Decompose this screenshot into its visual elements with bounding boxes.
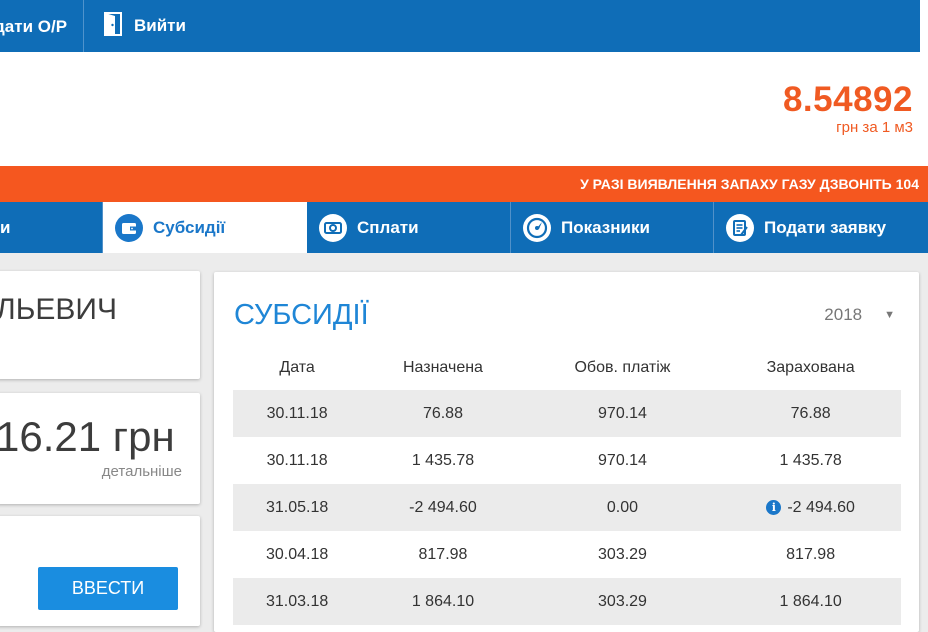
cell-assigned: -2 494.60 [361,484,525,531]
col-date: Дата [279,358,315,376]
table-row: 31.05.18 -2 494.60 0.00 i -2 494.60 [233,484,901,531]
cell-credited-value: -2 494.60 [787,498,855,516]
enter-readings-button[interactable]: ВВЕСТИ [38,567,178,610]
subsidies-table: Дата Назначена Обов. платіж Зарахована 3… [233,345,901,625]
tab-main[interactable]: и [0,202,103,253]
table-row: 30.11.18 76.88 970.14 76.88 [233,390,901,437]
tab-submit-request[interactable]: Подати заявку [714,202,928,253]
tab-payments[interactable]: Сплати [307,202,511,253]
cell-assigned: 1 435.78 [411,451,475,469]
balance-card: 16.21 грн детальніше [0,393,200,504]
balance-details-link[interactable]: детальніше [102,463,182,480]
header: 8.54892 грн за 1 м3 [0,52,928,166]
form-icon [726,213,754,242]
caret-down-icon: ▼ [884,309,895,321]
col-assigned: Назначена [402,358,483,376]
cell-credited: i -2 494.60 [720,484,901,531]
tab-subsidies[interactable]: Субсидії [103,202,307,253]
tab-subsidies-label: Субсидії [153,217,226,237]
gas-price-unit: грн за 1 м3 [836,119,913,136]
year-select[interactable]: 2018 ▼ [824,305,895,325]
top-bar: дати О/Р Вийти [0,0,928,52]
money-icon [319,213,347,242]
cell-date: 30.11.18 [266,451,328,469]
cell-payment: 970.14 [598,451,647,469]
cell-date: 30.11.18 [233,390,362,437]
tab-submit-request-label: Подати заявку [764,217,887,237]
info-icon[interactable]: i [766,499,782,515]
table-row: 30.11.18 1 435.78 970.14 1 435.78 [233,437,901,484]
tab-main-label: и [0,217,11,237]
topbar-edge [920,0,928,52]
exit-label: Вийти [134,16,186,35]
cell-credited: 1 435.78 [779,451,842,469]
col-credited: Зарахована [766,358,855,376]
wallet-icon [115,213,143,242]
exit-button[interactable]: Вийти [104,0,186,52]
submit-op-button[interactable]: дати О/Р [0,0,85,52]
year-select-value: 2018 [824,305,863,324]
subsidies-card: СУБСИДІЇ 2018 ▼ Дата Назначена Обов. пла… [214,272,919,632]
alert-text: У РАЗІ ВИЯВЛЕННЯ ЗАПАХУ ГАЗУ ДЗВОНІТЬ 10… [580,176,919,192]
cell-assigned: 76.88 [361,390,525,437]
tab-readings-label: Показники [561,217,650,237]
readings-card: ВВЕСТИ [0,516,200,626]
cell-date: 31.05.18 [233,484,362,531]
cell-date: 30.04.18 [265,545,329,563]
gas-price-value: 8.54892 [782,80,913,119]
table-header-row: Дата Назначена Обов. платіж Зарахована [233,345,901,390]
main-tabs: и Субсидії Сплати Показники Подати заявк… [0,202,928,253]
gas-leak-alert: У РАЗІ ВИЯВЛЕННЯ ЗАПАХУ ГАЗУ ДЗВОНІТЬ 10… [0,166,928,202]
subsidies-title: СУБСИДІЇ [234,299,369,331]
cell-credited: 76.88 [720,390,901,437]
col-payment: Обов. платіж [574,358,671,376]
tab-payments-label: Сплати [357,217,419,237]
profile-card: ЛЬЕВИЧ [0,271,200,379]
account-holder-name: ЛЬЕВИЧ [0,293,117,326]
gauge-icon [523,213,551,242]
cell-credited: 817.98 [786,545,836,563]
tab-readings[interactable]: Показники [511,202,714,253]
door-icon [104,11,122,41]
balance-amount: 16.21 грн [0,413,175,460]
cell-assigned: 817.98 [418,545,468,563]
cell-payment: 303.29 [598,545,647,563]
cell-payment: 970.14 [524,390,721,437]
cell-payment: 0.00 [524,484,721,531]
table-row: 30.04.18 817.98 303.29 817.98 [233,531,901,578]
